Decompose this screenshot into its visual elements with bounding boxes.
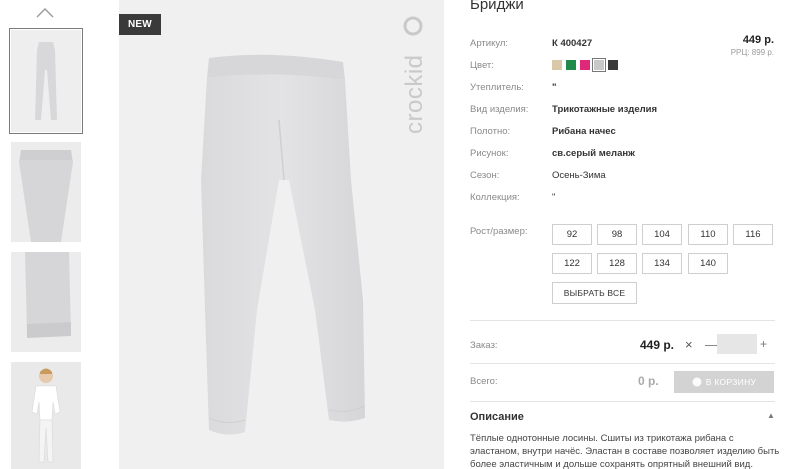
size-option-140[interactable]: 140 xyxy=(688,253,728,274)
attr-value-type: Трикотажные изделия xyxy=(552,104,658,115)
thumbnail-detail-cuff[interactable] xyxy=(11,252,81,352)
attr-value-article: К 400427 xyxy=(552,38,593,49)
attr-label-collection: Коллекция: xyxy=(470,192,520,203)
select-all-sizes-button[interactable]: ВЫБРАТЬ ВСЕ xyxy=(552,282,637,304)
size-option-128[interactable]: 128 xyxy=(597,253,637,274)
attr-value-fabric: Рибана начес xyxy=(552,126,616,137)
size-label: Рост/размер: xyxy=(470,226,528,237)
increase-qty-button[interactable]: + xyxy=(760,337,767,351)
color-swatch-green[interactable] xyxy=(566,60,576,70)
total-value: 0 р. xyxy=(638,374,659,388)
size-option-98[interactable]: 98 xyxy=(597,224,637,245)
color-swatch-dark[interactable] xyxy=(608,60,618,70)
attr-value-insulation: " xyxy=(552,82,557,93)
recommended-price: РРЦ: 899 р. xyxy=(730,48,774,57)
attr-label-season: Сезон: xyxy=(470,170,500,181)
size-option-110[interactable]: 110 xyxy=(688,224,728,245)
color-swatch-pink[interactable] xyxy=(580,60,590,70)
color-swatch-beige[interactable] xyxy=(552,60,562,70)
collapse-caret-icon[interactable]: ▲ xyxy=(767,411,775,420)
color-swatch-grey[interactable] xyxy=(592,58,606,72)
size-option-104[interactable]: 104 xyxy=(642,224,682,245)
attr-label-color: Цвет: xyxy=(470,60,494,71)
description-title[interactable]: Описание xyxy=(470,411,524,423)
attr-value-collection: " xyxy=(552,192,556,203)
quantity-input[interactable] xyxy=(717,334,757,354)
new-badge: NEW xyxy=(119,14,161,35)
add-to-cart-button[interactable]: В КОРЗИНУ xyxy=(674,371,774,393)
thumbnail-model[interactable] xyxy=(11,362,81,469)
clear-order-icon[interactable]: × xyxy=(685,337,693,352)
description-text: Тёплые однотонные лосины. Сшиты из трико… xyxy=(470,433,780,469)
attr-label-insulation: Утеплитель: xyxy=(470,82,524,93)
thumbnail-column xyxy=(0,0,90,469)
size-option-92[interactable]: 92 xyxy=(552,224,592,245)
svg-text:crockid: crockid xyxy=(401,54,428,134)
thumbnail-front[interactable] xyxy=(9,28,83,134)
order-label: Заказ: xyxy=(470,340,498,351)
chevron-up-icon[interactable] xyxy=(35,6,55,20)
add-to-cart-label: В КОРЗИНУ xyxy=(705,377,757,387)
attr-label-article: Артикул: xyxy=(470,38,509,49)
thumbnail-detail-waist[interactable] xyxy=(11,142,81,242)
color-swatches xyxy=(552,58,618,72)
size-option-122[interactable]: 122 xyxy=(552,253,592,274)
product-title: Бриджи xyxy=(470,0,524,13)
attr-label-fabric: Полотно: xyxy=(470,126,511,137)
attr-label-type: Вид изделия: xyxy=(470,104,529,115)
size-option-134[interactable]: 134 xyxy=(642,253,682,274)
attr-value-pattern: св.серый меланж xyxy=(552,148,635,159)
attr-value-season: Осень-Зима xyxy=(552,170,606,181)
attr-label-pattern: Рисунок: xyxy=(470,148,509,159)
brand-logo: crockid xyxy=(401,16,428,134)
size-option-116[interactable]: 116 xyxy=(733,224,773,245)
total-label: Всего: xyxy=(470,376,498,387)
divider xyxy=(470,401,775,402)
order-price: 449 р. xyxy=(640,338,675,352)
cart-icon xyxy=(692,377,702,387)
divider xyxy=(470,363,775,364)
divider xyxy=(470,320,775,321)
product-price: 449 р. xyxy=(742,34,774,46)
